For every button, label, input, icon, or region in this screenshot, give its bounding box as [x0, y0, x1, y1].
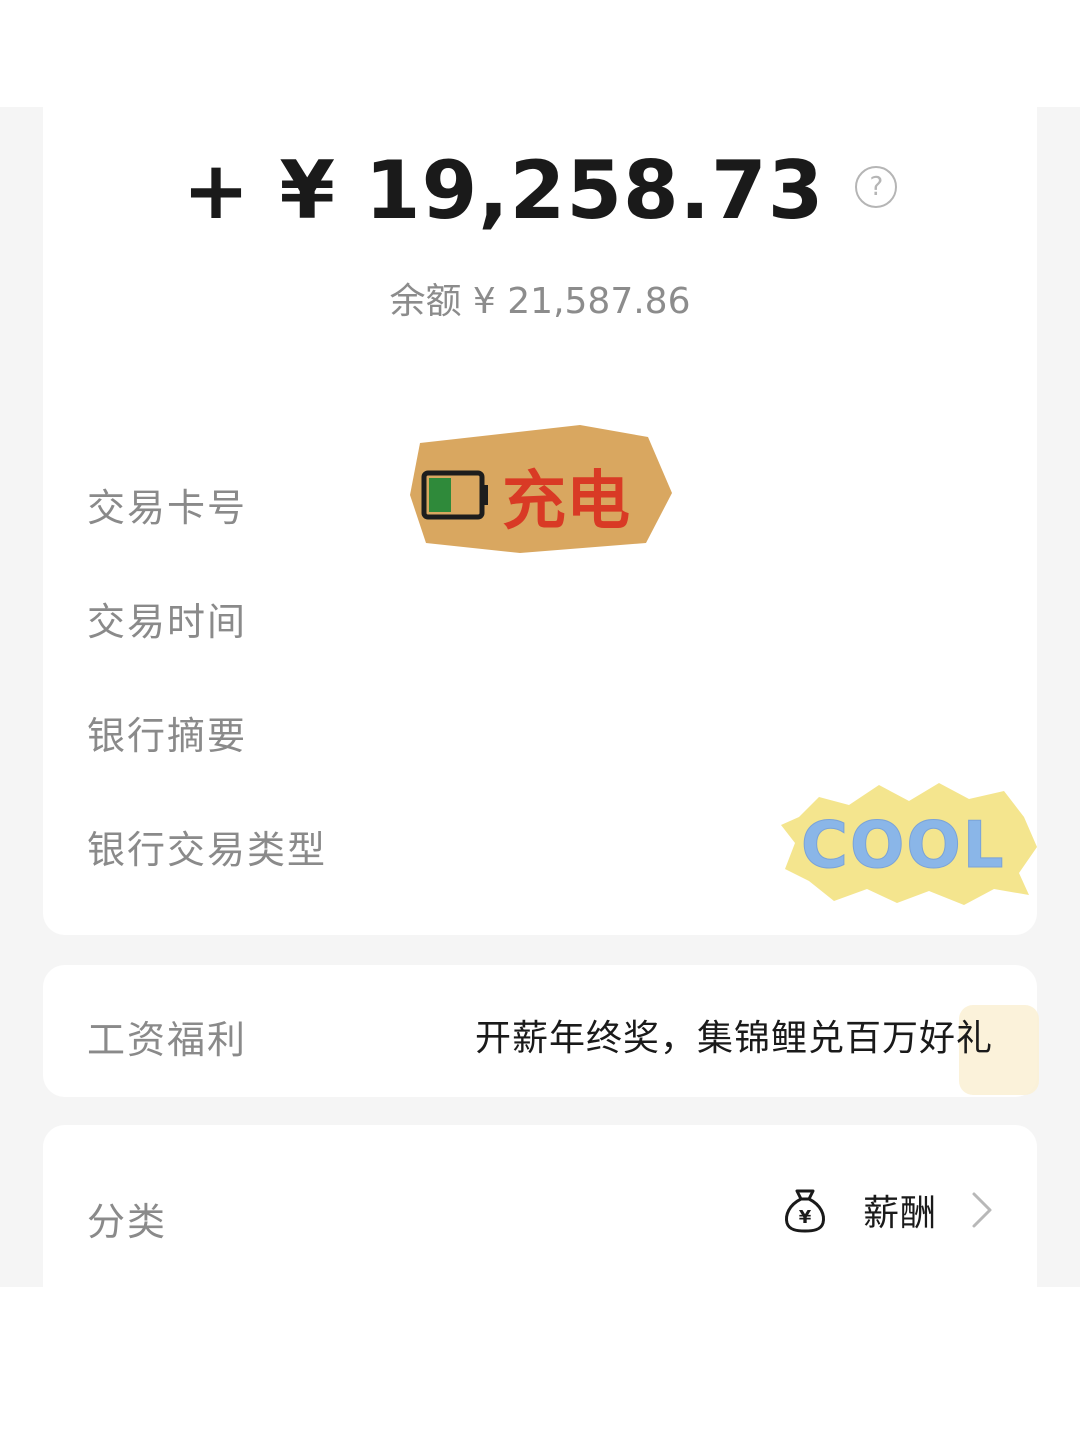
promo-text[interactable]: 开薪年终奖，集锦鲤兑百万好礼 [475, 1009, 993, 1061]
money-bag-icon: ¥ [785, 1189, 825, 1233]
category-label: 分类 [87, 1200, 168, 1244]
cool-sticker-text: COOL [801, 809, 1006, 883]
category-selector[interactable]: ¥ 薪酬 [783, 1185, 993, 1235]
amount-row: + ¥ 19,258.73 ? [43, 149, 1037, 233]
field-label-bank-summary: 银行摘要 [87, 714, 248, 758]
field-label-bank-transaction-type: 银行交易类型 [87, 828, 328, 872]
cool-sticker: COOL [781, 783, 1037, 905]
chevron-right-icon [972, 1192, 992, 1228]
charge-sticker: 充电 [410, 425, 672, 553]
category-card[interactable]: 分类 ¥ 薪酬 [43, 1125, 1037, 1287]
salary-benefit-card[interactable]: 工资福利 开薪年终奖，集锦鲤兑百万好礼 [43, 965, 1039, 1097]
help-icon[interactable]: ? [855, 166, 898, 208]
transaction-summary-card: + ¥ 19,258.73 ? 余额 ¥ 21,587.86 交易卡号 交易时间… [43, 107, 1037, 935]
svg-text:¥: ¥ [799, 1207, 812, 1228]
promo-label: 工资福利 [87, 1018, 248, 1062]
transaction-detail-screen: + ¥ 19,258.73 ? 余额 ¥ 21,587.86 交易卡号 交易时间… [0, 107, 1080, 1287]
balance-text: 余额 ¥ 21,587.86 [389, 281, 691, 322]
field-label-card-number: 交易卡号 [87, 486, 248, 530]
category-value: 薪酬 [862, 1193, 937, 1234]
charge-sticker-text: 充电 [502, 465, 630, 539]
field-label-transaction-time: 交易时间 [87, 600, 248, 644]
transaction-amount: + ¥ 19,258.73 [182, 144, 825, 237]
